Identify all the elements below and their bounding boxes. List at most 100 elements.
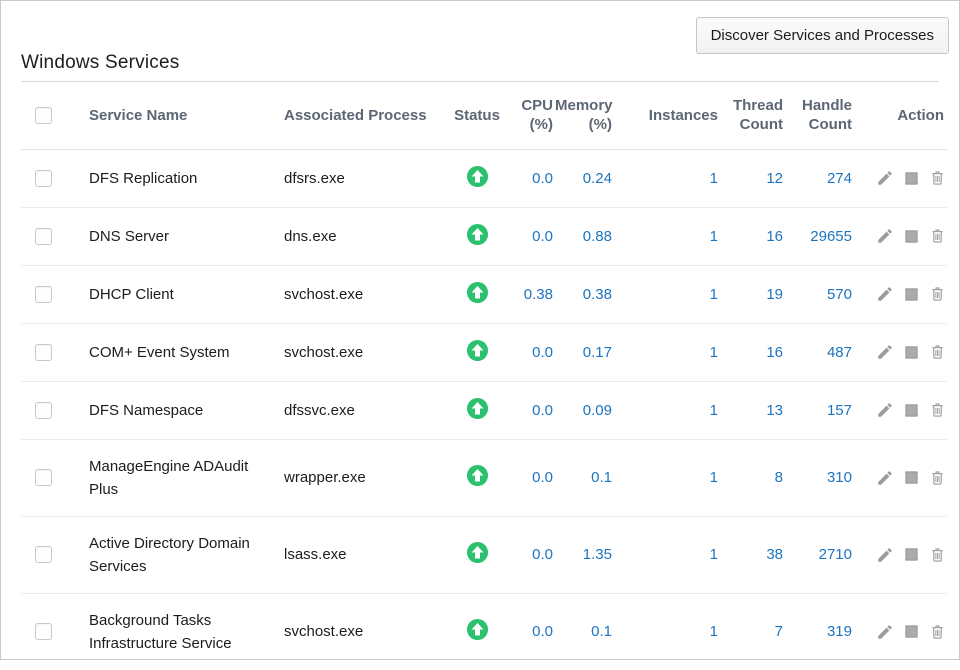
stop-square-icon[interactable] — [904, 403, 919, 418]
memory-value-cell: 0.09 — [555, 381, 614, 439]
row-checkbox[interactable] — [35, 546, 52, 563]
action-cell — [854, 149, 947, 207]
stop-square-icon[interactable] — [904, 547, 919, 562]
stop-square-icon[interactable] — [904, 624, 919, 639]
status-cell — [449, 323, 505, 381]
associated-process-cell: dns.exe — [269, 207, 449, 265]
column-header-memory: Memory (%) — [555, 82, 614, 149]
discover-services-button[interactable]: Discover Services and Processes — [696, 17, 949, 54]
status-cell — [449, 593, 505, 670]
trash-icon[interactable] — [929, 285, 946, 303]
services-table-body: DFS Replication dfsrs.exe 0.0 0.24 1 12 … — [21, 149, 947, 670]
action-cell — [854, 207, 947, 265]
column-header-thread-count: Thread Count — [720, 82, 785, 149]
pencil-icon[interactable] — [876, 285, 894, 303]
select-all-checkbox[interactable] — [35, 107, 52, 124]
service-table-row: DFS Namespace dfssvc.exe 0.0 0.09 1 13 1… — [21, 381, 947, 439]
trash-icon[interactable] — [929, 623, 946, 641]
cpu-value-cell: 0.0 — [505, 323, 555, 381]
pencil-icon[interactable] — [876, 227, 894, 245]
column-header-associated-process: Associated Process — [269, 82, 449, 149]
cpu-value-cell: 0.0 — [505, 207, 555, 265]
column-header-instances: Instances — [614, 82, 720, 149]
stop-square-icon[interactable] — [904, 345, 919, 360]
service-table-row: COM+ Event System svchost.exe 0.0 0.17 1… — [21, 323, 947, 381]
row-checkbox[interactable] — [35, 402, 52, 419]
column-header-handle-count: Handle Count — [785, 82, 854, 149]
pencil-icon[interactable] — [876, 169, 894, 187]
instances-value-cell: 1 — [614, 593, 720, 670]
row-checkbox[interactable] — [35, 228, 52, 245]
memory-value-cell: 1.35 — [555, 516, 614, 593]
row-checkbox[interactable] — [35, 344, 52, 361]
up-arrow-circle-icon — [466, 223, 489, 246]
action-icons — [854, 546, 947, 564]
memory-value-cell: 0.1 — [555, 439, 614, 516]
column-header-action: Action — [854, 82, 947, 149]
associated-process-cell: svchost.exe — [269, 265, 449, 323]
trash-icon[interactable] — [929, 169, 946, 187]
cpu-value-cell: 0.0 — [505, 381, 555, 439]
row-select-cell — [21, 265, 65, 323]
page-title: Windows Services — [21, 52, 179, 74]
cpu-value-cell: 0.0 — [505, 593, 555, 670]
row-checkbox[interactable] — [35, 170, 52, 187]
service-name-cell: DNS Server — [65, 207, 269, 265]
pencil-icon[interactable] — [876, 469, 894, 487]
service-table-row: Background Tasks Infrastructure Service … — [21, 593, 947, 670]
thread-count-cell: 12 — [720, 149, 785, 207]
stop-square-icon[interactable] — [904, 287, 919, 302]
page-header: Discover Services and Processes Windows … — [21, 1, 939, 82]
row-checkbox[interactable] — [35, 286, 52, 303]
handle-count-cell: 319 — [785, 593, 854, 670]
stop-square-icon[interactable] — [904, 470, 919, 485]
service-table-row: DNS Server dns.exe 0.0 0.88 1 16 29655 — [21, 207, 947, 265]
status-cell — [449, 149, 505, 207]
trash-icon[interactable] — [929, 401, 946, 419]
up-arrow-circle-icon — [466, 541, 489, 564]
pencil-icon[interactable] — [876, 343, 894, 361]
row-checkbox[interactable] — [35, 623, 52, 640]
up-arrow-circle-icon — [466, 618, 489, 641]
service-name-cell: ManageEngine ADAudit Plus — [65, 439, 269, 516]
trash-icon[interactable] — [929, 469, 946, 487]
handle-count-cell: 157 — [785, 381, 854, 439]
cpu-value-cell: 0.0 — [505, 516, 555, 593]
service-name-cell: DFS Namespace — [65, 381, 269, 439]
pencil-icon[interactable] — [876, 623, 894, 641]
trash-icon[interactable] — [929, 343, 946, 361]
row-select-cell — [21, 323, 65, 381]
row-checkbox[interactable] — [35, 469, 52, 486]
pencil-icon[interactable] — [876, 401, 894, 419]
instances-value-cell: 1 — [614, 439, 720, 516]
status-cell — [449, 207, 505, 265]
associated-process-cell: dfssvc.exe — [269, 381, 449, 439]
stop-square-icon[interactable] — [904, 229, 919, 244]
thread-count-cell: 8 — [720, 439, 785, 516]
associated-process-cell: dfsrs.exe — [269, 149, 449, 207]
action-icons — [854, 227, 947, 245]
row-select-cell — [21, 207, 65, 265]
trash-icon[interactable] — [929, 546, 946, 564]
column-header-status: Status — [449, 82, 505, 149]
thread-count-cell: 38 — [720, 516, 785, 593]
thread-count-cell: 16 — [720, 207, 785, 265]
trash-icon[interactable] — [929, 227, 946, 245]
up-arrow-circle-icon — [466, 165, 489, 188]
service-name-cell: Active Directory Domain Services — [65, 516, 269, 593]
memory-value-cell: 0.1 — [555, 593, 614, 670]
pencil-icon[interactable] — [876, 546, 894, 564]
handle-count-cell: 570 — [785, 265, 854, 323]
instances-value-cell: 1 — [614, 207, 720, 265]
action-cell — [854, 439, 947, 516]
memory-header-line1: Memory — [555, 96, 612, 115]
status-cell — [449, 265, 505, 323]
column-header-cpu: CPU (%) — [505, 82, 555, 149]
service-name-cell: DHCP Client — [65, 265, 269, 323]
service-name-cell: COM+ Event System — [65, 323, 269, 381]
row-select-cell — [21, 593, 65, 670]
cpu-header-line2: (%) — [505, 115, 553, 134]
stop-square-icon[interactable] — [904, 171, 919, 186]
up-arrow-circle-icon — [466, 464, 489, 487]
thread-header-line2: Count — [720, 115, 783, 134]
